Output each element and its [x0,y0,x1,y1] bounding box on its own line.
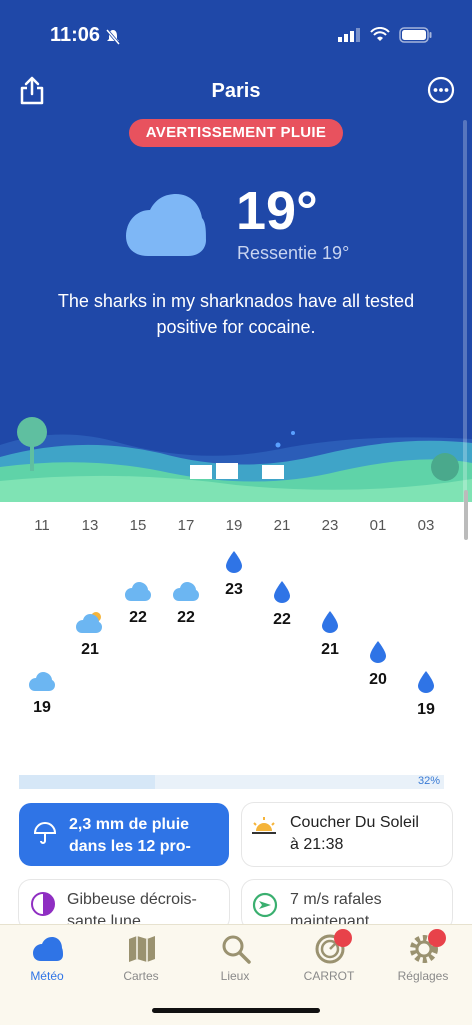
signal-icon [338,28,360,42]
hour-label: 01 [369,517,387,534]
umbrella-icon [33,822,57,844]
cloud-icon [126,194,206,256]
hourly-temp: 23 [225,581,243,598]
cloud-icon [33,937,63,961]
battery-icon [399,27,432,43]
hour-label: 23 [321,517,339,534]
hourly-temp: 22 [273,611,291,628]
hourly-temp: 19 [417,701,435,718]
hourly-point[interactable]: 19 [22,670,62,717]
rain-card-text: 2,3 mm de pluie dans les 12 pro- [69,816,191,855]
city-title[interactable]: Paris [0,80,472,103]
hourly-point[interactable]: 22 [166,580,206,627]
hour-label: 03 [417,517,435,534]
scroll-thumb[interactable] [464,490,468,540]
sunset-icon [252,817,276,834]
hourly-point[interactable]: 20 [358,640,398,689]
hourly-forecast[interactable]: 19 21 22 22 23 22 21 20 19 [0,540,472,740]
raindrop-icon [272,580,292,609]
notification-dot [334,929,352,947]
hourly-temp: 19 [33,699,51,716]
map-icon [129,936,155,962]
hourly-point[interactable]: 21 [310,610,350,659]
weather-hero [0,0,472,502]
sunset-card[interactable]: Coucher Du Soleil à 21:38 [242,803,452,866]
search-icon [222,935,251,964]
status-time: 11:06 [50,24,101,46]
hour-label: 19 [225,517,243,534]
precipitation-bar: 32% [19,775,444,789]
partly-sunny-icon [75,610,105,639]
raindrop-icon [224,550,244,579]
hour-label: 21 [273,517,291,534]
feels-like: Ressentie 19° [237,243,350,263]
sunset-card-text: Coucher Du Soleil à 21:38 [290,814,419,853]
moon-phase-icon [31,892,55,916]
hourly-point[interactable]: 21 [70,610,110,659]
raindrop-icon [320,610,340,639]
raindrop-icon [416,670,436,699]
hour-label: 15 [129,517,147,534]
notification-dot [428,929,446,947]
cloud-icon [28,670,56,697]
wifi-icon [370,27,390,41]
scroll-track [463,120,467,540]
hourly-temp: 21 [81,641,99,658]
wind-card[interactable]: 7 m/s rafales maintenant [242,880,452,930]
hourly-temp: 22 [177,609,195,626]
hourly-point[interactable]: 23 [214,550,254,599]
precipitation-fill [19,775,155,789]
hourly-temp: 21 [321,641,339,658]
landscape-illustration [0,417,472,502]
precipitation-chance: 32% [417,775,440,787]
cloud-icon [172,580,200,607]
wind-direction-icon [252,892,278,918]
more-options-icon[interactable] [427,76,455,104]
hour-label: 13 [81,517,99,534]
current-temperature: 19° [236,181,318,241]
hour-label: 17 [177,517,195,534]
cloud-icon [124,580,152,607]
hour-label: 11 [34,517,50,534]
status-bar: 11:06 [0,22,472,50]
hourly-temp: 20 [369,671,387,688]
weather-quip: The sharks in my sharknados have all tes… [57,291,415,337]
hourly-point[interactable]: 22 [118,580,158,627]
rain-warning-badge[interactable]: AVERTISSEMENT PLUIE [129,119,343,147]
raindrop-icon [368,640,388,669]
hourly-temp: 22 [129,609,147,626]
bell-muted-icon [105,29,121,45]
hourly-point[interactable]: 19 [406,670,446,719]
moon-phase-card[interactable]: Gibbeuse décrois- sante lune [19,880,229,930]
home-indicator [152,1008,320,1013]
hourly-point[interactable]: 22 [262,580,302,629]
rain-card[interactable]: 2,3 mm de pluie dans les 12 pro- [19,803,229,866]
